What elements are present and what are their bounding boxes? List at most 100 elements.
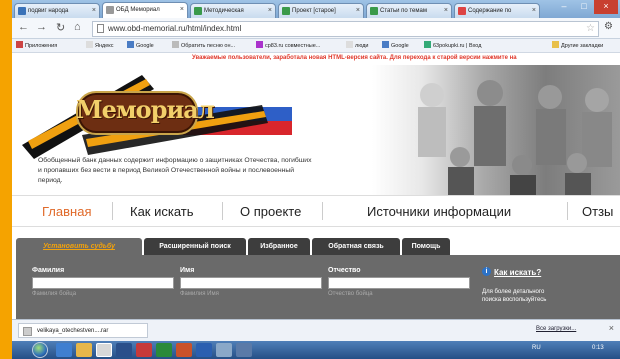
how-to-search-link[interactable]: Как искать? bbox=[494, 268, 541, 277]
close-icon[interactable]: × bbox=[268, 4, 272, 18]
clock[interactable]: 0:13 bbox=[592, 345, 604, 351]
tab-feedback[interactable]: Обратная связь bbox=[312, 238, 400, 255]
all-downloads-link[interactable]: Все загрузки... bbox=[536, 326, 576, 332]
minimize-icon[interactable]: – bbox=[554, 0, 574, 14]
page-icon bbox=[86, 41, 93, 48]
explorer-icon[interactable] bbox=[76, 343, 92, 357]
bookmark-other[interactable]: Другие закладки bbox=[552, 41, 603, 51]
tab-favicon-icon bbox=[18, 7, 26, 15]
tab-soderzhanie[interactable]: Содержание по × bbox=[454, 3, 540, 18]
pokupki-icon bbox=[424, 41, 431, 48]
menu-reviews[interactable]: Отзы bbox=[582, 204, 613, 219]
bookmark-google[interactable]: Google bbox=[127, 41, 154, 51]
maximize-icon[interactable]: □ bbox=[574, 0, 594, 14]
window-icon[interactable] bbox=[216, 343, 232, 357]
close-icon[interactable]: × bbox=[444, 4, 448, 18]
menu-divider bbox=[222, 202, 223, 220]
bookmark-sp83[interactable]: cp83.ru совместные... bbox=[256, 41, 320, 51]
patronymic-input[interactable] bbox=[328, 277, 470, 289]
name-input[interactable] bbox=[180, 277, 322, 289]
tab-favicon-icon bbox=[458, 7, 466, 15]
bookmark-apps[interactable]: Приложения bbox=[16, 41, 57, 51]
tab-help[interactable]: Помощь bbox=[402, 238, 450, 255]
surname-hint: Фамилия бойца bbox=[32, 291, 77, 297]
start-button[interactable] bbox=[32, 342, 48, 358]
archive-photo bbox=[372, 65, 620, 199]
tab-advanced-search[interactable]: Расширенный поиск bbox=[144, 238, 246, 255]
excel-icon[interactable] bbox=[156, 343, 172, 357]
bookmark-63pokupki[interactable]: 63pokupki.ru | Вход bbox=[424, 41, 481, 51]
tab-favicon-icon bbox=[282, 7, 290, 15]
menu-sources[interactable]: Источники информации bbox=[367, 204, 511, 219]
menu-divider bbox=[567, 202, 568, 220]
tab-podvig[interactable]: подвиг народа × bbox=[14, 3, 100, 18]
bookmark-yandex[interactable]: Яндекс bbox=[86, 41, 114, 51]
info-icon: i bbox=[482, 267, 491, 276]
app-icon[interactable] bbox=[116, 343, 132, 357]
menu-about[interactable]: О проекте bbox=[240, 204, 301, 219]
back-arrow-icon[interactable]: ← bbox=[18, 21, 29, 33]
home-icon[interactable]: ⌂ bbox=[74, 21, 81, 33]
close-icon[interactable]: × bbox=[356, 4, 360, 18]
menu-divider bbox=[112, 202, 113, 220]
bookmark-song[interactable]: Обратить песню он... bbox=[172, 41, 235, 51]
tab-obd-memorial[interactable]: ОБД Мемориал × bbox=[102, 2, 188, 18]
search-panel: Установить судьбу Расширенный поиск Избр… bbox=[16, 235, 620, 319]
star-icon[interactable]: ☆ bbox=[586, 22, 595, 36]
tab-proekt[interactable]: Проект [старое] × bbox=[278, 3, 364, 18]
apps-icon bbox=[16, 41, 23, 48]
google-icon bbox=[382, 41, 389, 48]
tab-favicon-icon bbox=[194, 7, 202, 15]
menu-how-to-search[interactable]: Как искать bbox=[130, 204, 194, 219]
url-input[interactable]: www.obd-memorial.ru/html/index.html ☆ bbox=[92, 21, 599, 37]
archive-file-icon bbox=[23, 327, 32, 336]
close-icon[interactable]: × bbox=[180, 3, 184, 17]
surname-label: Фамилия bbox=[32, 267, 65, 274]
search-tabs: Установить судьбу Расширенный поиск Избр… bbox=[16, 235, 620, 255]
tab-stati[interactable]: Статьи по темам × bbox=[366, 3, 452, 18]
site-notice[interactable]: Уважаемые пользователи, заработала новая… bbox=[192, 55, 517, 61]
tab-find-fate[interactable]: Установить судьбу bbox=[16, 238, 142, 255]
how-to-search-desc: Для более детального поиска воспользуйте… bbox=[482, 289, 547, 303]
address-bar: ← → ↻ ⌂ www.obd-memorial.ru/html/index.h… bbox=[12, 18, 620, 39]
logo-text: Мемориал bbox=[76, 95, 215, 124]
soldiers-photo-illustration bbox=[418, 80, 612, 199]
taskbar: RU 0:13 bbox=[12, 341, 620, 359]
google-icon bbox=[127, 41, 134, 48]
media-icon[interactable] bbox=[136, 343, 152, 357]
page-icon bbox=[346, 41, 353, 48]
folder-icon bbox=[552, 41, 559, 48]
close-icon[interactable]: × bbox=[92, 4, 96, 18]
close-icon[interactable]: × bbox=[609, 323, 614, 333]
forward-arrow-icon[interactable]: → bbox=[36, 21, 47, 33]
menu-divider bbox=[322, 202, 323, 220]
tab-metodicheskaya[interactable]: Методическая × bbox=[190, 3, 276, 18]
window-icon[interactable] bbox=[236, 343, 252, 357]
language-indicator[interactable]: RU bbox=[532, 345, 541, 351]
bookmark-google-2[interactable]: Google bbox=[382, 41, 409, 51]
tab-favicon-icon bbox=[370, 7, 378, 15]
bookmark-people[interactable]: люди bbox=[346, 41, 369, 51]
tab-favicon-icon bbox=[106, 6, 114, 14]
site-description: Обобщенный банк данных содержит информац… bbox=[38, 157, 312, 184]
page-icon bbox=[97, 24, 104, 33]
menu-home[interactable]: Главная bbox=[42, 204, 91, 219]
reload-icon[interactable]: ↻ bbox=[56, 21, 65, 34]
patronymic-label: Отчество bbox=[328, 267, 361, 274]
page-content: Уважаемые пользователи, заработала новая… bbox=[12, 53, 620, 319]
download-item[interactable]: velikaya_otechestven....rar bbox=[18, 323, 148, 338]
tab-strip: подвиг народа × ОБД Мемориал × Методическа… bbox=[12, 0, 620, 18]
wrench-icon[interactable]: ⚙ bbox=[604, 21, 613, 32]
powerpoint-icon[interactable] bbox=[176, 343, 192, 357]
sp-icon bbox=[256, 41, 263, 48]
surname-input[interactable] bbox=[32, 277, 174, 289]
close-window-icon[interactable]: × bbox=[594, 0, 618, 14]
close-icon[interactable]: × bbox=[532, 4, 536, 18]
browser-window: подвиг народа × ОБД Мемориал × Методическа… bbox=[12, 0, 620, 359]
tab-favorites[interactable]: Избранное bbox=[248, 238, 310, 255]
name-hint: Фамилия Имя bbox=[180, 291, 219, 297]
chrome-icon[interactable] bbox=[96, 343, 112, 357]
word-icon[interactable] bbox=[196, 343, 212, 357]
page-icon bbox=[172, 41, 179, 48]
ie-icon[interactable] bbox=[56, 343, 72, 357]
